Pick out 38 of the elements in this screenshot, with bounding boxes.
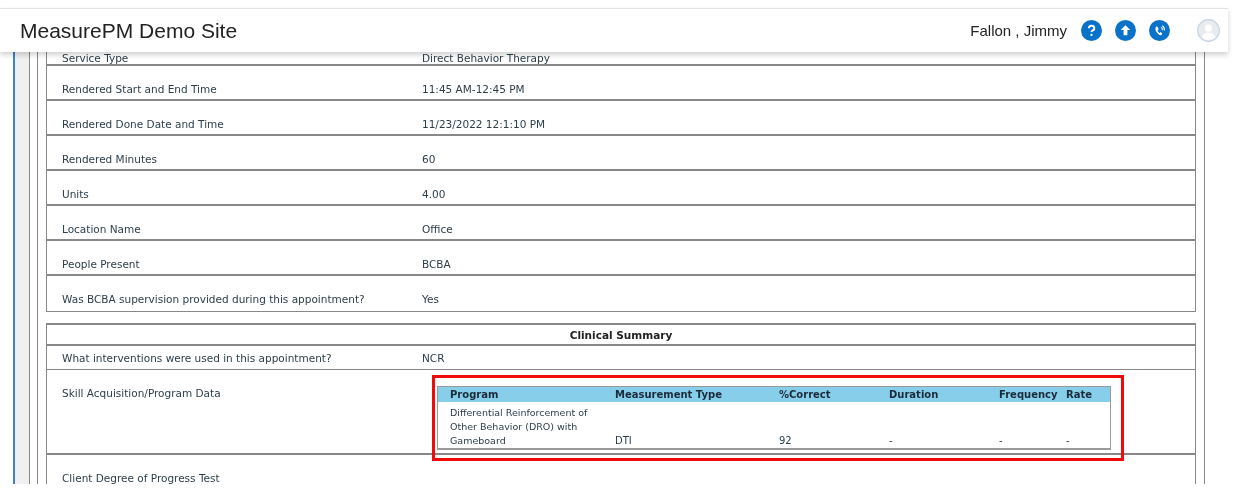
column-header: %Correct [779, 389, 832, 400]
field-value: Office [422, 222, 453, 236]
table-cell-text: - [889, 434, 894, 448]
field-value: 4.00 [422, 187, 446, 201]
column-header: Rate [1066, 389, 1093, 400]
site-title: MeasurePM Demo Site [20, 18, 239, 43]
field-value: Yes [422, 292, 439, 306]
field-label: Location Name [61, 222, 142, 236]
column-header: Program [450, 389, 500, 400]
column-header: Duration [889, 389, 940, 400]
field-value: 11/23/2022 12:1:10 PM [422, 117, 546, 131]
phone-icon[interactable] [1149, 20, 1170, 41]
field-label: Units [61, 187, 90, 201]
field-label: Rendered Minutes [61, 152, 158, 166]
section-title: Clinical Summary [47, 325, 1195, 346]
table-cell-text: 92 [779, 434, 793, 448]
field-label: What interventions were used in this appointment? [61, 351, 333, 365]
field-label: People Present [61, 257, 141, 271]
table-cell-text: Differential Reinforcement of Other Behavior (DRO) with Gameboard [450, 406, 589, 448]
field-value: 11:45 AM-12:45 PM [422, 82, 525, 96]
field-label: Was BCBA supervision provided during this appointment? [61, 292, 366, 306]
field-label: Client Degree of Progress Test [61, 471, 221, 484]
user-name: Fallon , Jimmy [970, 22, 1067, 39]
field-label: Skill Acquisition/Program Data [61, 386, 222, 400]
field-value: BCBA [422, 257, 451, 271]
upload-icon[interactable] [1115, 20, 1136, 41]
field-label: Rendered Start and End Time [61, 82, 218, 96]
column-header: Frequency [999, 389, 1059, 400]
field-label: Service Type [61, 53, 130, 64]
help-icon[interactable] [1081, 20, 1102, 41]
table-cell-text: - [999, 434, 1004, 448]
table-cell-text: - [1066, 434, 1071, 448]
field-value: Direct Behavior Therapy [422, 53, 550, 64]
field-label: Rendered Done Date and Time [61, 117, 225, 131]
column-header: Measurement Type [615, 389, 723, 400]
field-value: NCR [422, 351, 445, 365]
field-value: 60 [422, 152, 436, 166]
table-cell-text: DTI [615, 434, 633, 448]
